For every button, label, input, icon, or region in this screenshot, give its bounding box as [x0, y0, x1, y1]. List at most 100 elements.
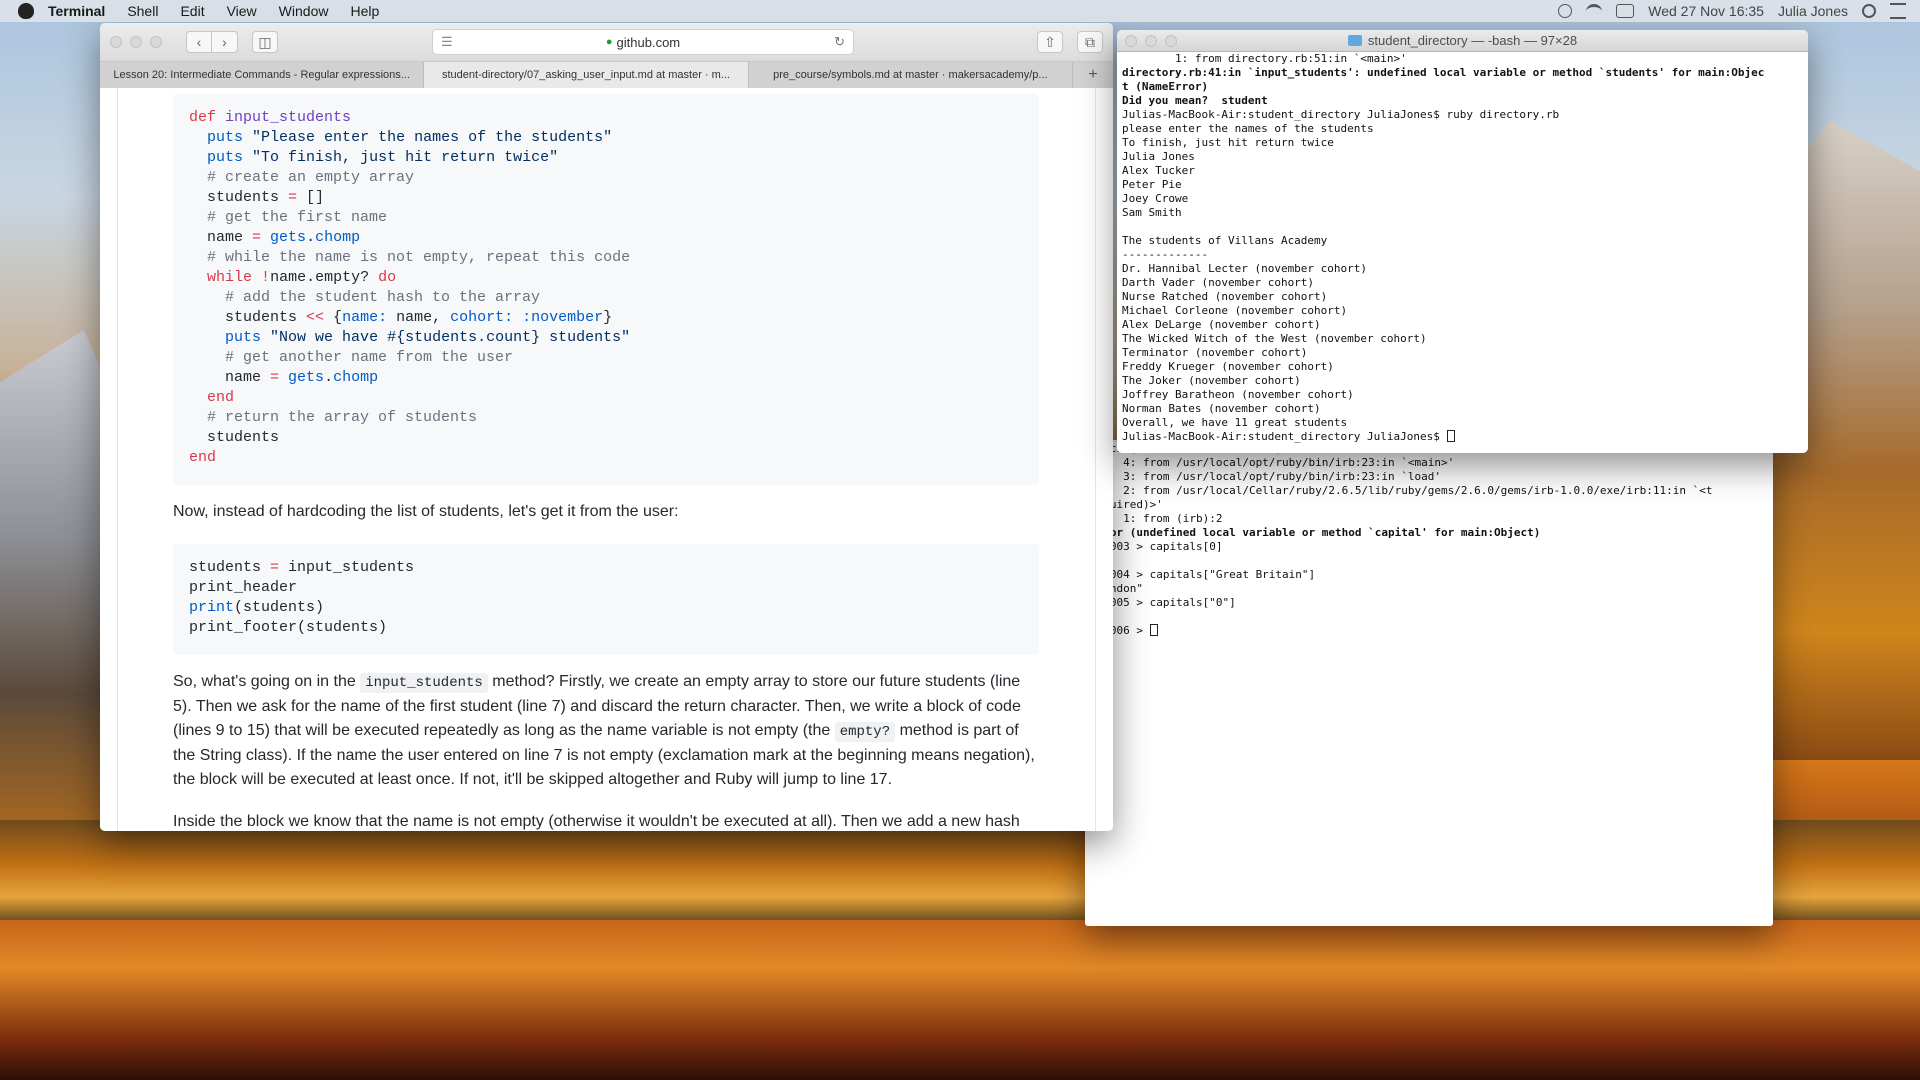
nav-buttons: ‹ › — [186, 31, 238, 53]
menu-terminal[interactable]: Terminal — [48, 3, 105, 19]
menu-help[interactable]: Help — [350, 3, 379, 19]
terminal-line: Julias-MacBook-Air:student_directory Jul… — [1122, 430, 1803, 444]
terminal-line: Freddy Krueger (november cohort) — [1122, 360, 1334, 373]
terminal-output[interactable]: 1: from directory.rb:51:in `<main>' direc… — [1117, 52, 1808, 444]
code-line: puts "To finish, just hit return twice" — [207, 149, 559, 166]
code-line: while !name.empty? do — [207, 269, 397, 286]
tabs-icon: ⧉ — [1085, 33, 1095, 50]
forward-button[interactable]: › — [212, 31, 238, 53]
menu-shell[interactable]: Shell — [127, 3, 158, 19]
terminal-window-controls — [1125, 34, 1177, 47]
code-line: # while the name is not empty, repeat th… — [189, 249, 631, 266]
terminal-title-text: student_directory — -bash — 97×28 — [1367, 33, 1578, 48]
terminal-title: student_directory — -bash — 97×28 — [1117, 33, 1808, 48]
chevron-right-icon: › — [222, 34, 227, 50]
content-border-left — [117, 88, 118, 831]
terminal-line: Julias-MacBook-Air:student_directory Jul… — [1122, 108, 1560, 121]
menu-window[interactable]: Window — [279, 3, 329, 19]
code-line: # add the student hash to the array — [189, 289, 541, 306]
share-button[interactable]: ⇧ — [1037, 31, 1063, 53]
sidebar-button[interactable]: ◫ — [252, 31, 278, 53]
terminal-minimize-button[interactable] — [1145, 34, 1157, 47]
inline-code-input-students: input_students — [360, 673, 488, 693]
terminal-line: Darth Vader (november cohort) — [1122, 276, 1315, 289]
terminal-line: The Joker (november cohort) — [1122, 374, 1301, 387]
terminal-line: ------------- — [1122, 248, 1209, 261]
code-block-input-students[interactable]: def input_students puts "Please enter th… — [173, 94, 1039, 485]
apple-icon[interactable] — [18, 3, 34, 19]
terminal-cursor — [1149, 624, 1158, 636]
terminal-zoom-button[interactable] — [1165, 34, 1177, 47]
menu-bar: Terminal Shell Edit View Window Help Wed… — [0, 0, 1920, 22]
page-content: def input_students puts "Please enter th… — [100, 88, 1113, 831]
terminal-line: directory.rb:41:in `input_students': und… — [1122, 66, 1765, 79]
code-line: end — [207, 389, 235, 406]
terminal-line: please enter the names of the students — [1122, 122, 1374, 135]
address-bar[interactable]: ☰ ● github.com ↻ — [432, 29, 854, 55]
zoom-button[interactable] — [150, 36, 162, 48]
notification-center-icon[interactable] — [1890, 3, 1906, 19]
sidebar-icon: ◫ — [258, 33, 272, 50]
terminal-line: Alex DeLarge (november cohort) — [1122, 318, 1321, 331]
terminal-window-irb: eback (most recent call last): 4: from /… — [1085, 440, 1773, 926]
tab-lesson-20[interactable]: Lesson 20: Intermediate Commands - Regul… — [100, 62, 425, 88]
close-button[interactable] — [110, 36, 122, 48]
battery-icon[interactable] — [1616, 4, 1635, 18]
code-line: print_footer(students) — [189, 619, 388, 636]
tab-symbols[interactable]: pre_course/symbols.md at master · makers… — [749, 62, 1073, 88]
terminal-line: 3 :003 > capitals[0] — [1090, 540, 1223, 553]
terminal-line: Norman Bates (november cohort) — [1122, 402, 1321, 415]
terminal-line: nil — [1090, 610, 1768, 624]
terminal-line: Joffrey Baratheon (november cohort) — [1122, 388, 1354, 401]
terminal-line: nil — [1090, 554, 1768, 568]
terminal-cursor — [1446, 430, 1455, 442]
terminal-line: Error (undefined local variable or metho… — [1090, 526, 1541, 539]
terminal-line: required)>' — [1090, 498, 1163, 511]
menu-view[interactable]: View — [227, 3, 257, 19]
user-name[interactable]: Julia Jones — [1778, 3, 1848, 19]
terminal-output[interactable]: eback (most recent call last): 4: from /… — [1085, 440, 1773, 638]
safari-toolbar: ‹ › ◫ ☰ ● github.com ↻ ⇧ ⧉ — [100, 23, 1113, 62]
terminal-line: Alex Tucker — [1122, 164, 1195, 177]
terminal-line: 3 :004 > capitals["Great Britain"] — [1090, 568, 1316, 581]
terminal-line: t (NameError) — [1122, 80, 1209, 93]
terminal-titlebar: student_directory — -bash — 97×28 — [1117, 30, 1808, 52]
window-controls — [110, 36, 162, 48]
code-line: print_header — [189, 579, 298, 596]
code-line: name = gets.chomp — [189, 229, 361, 246]
tabs-overview-button[interactable]: ⧉ — [1077, 31, 1103, 53]
code-line: students << {name: name, cohort: :novemb… — [189, 309, 613, 326]
terminal-line: 1: from (irb):2 — [1090, 512, 1223, 525]
tab-student-directory[interactable]: student-directory/07_asking_user_input.m… — [424, 62, 749, 88]
minimize-button[interactable] — [130, 36, 142, 48]
menu-edit[interactable]: Edit — [180, 3, 204, 19]
terminal-line: Joey Crowe — [1122, 192, 1189, 205]
reader-icon[interactable]: ☰ — [441, 34, 453, 50]
code-line: def input_students — [189, 109, 352, 126]
terminal-line: 3 :005 > capitals["0"] — [1090, 596, 1236, 609]
back-button[interactable]: ‹ — [186, 31, 212, 53]
lock-icon: ● — [605, 36, 613, 48]
new-tab-button[interactable]: + — [1073, 62, 1113, 88]
content-border-right — [1095, 88, 1096, 831]
reload-icon[interactable]: ↻ — [834, 34, 845, 50]
code-block-usage[interactable]: students = input_students print_header pri… — [173, 544, 1039, 655]
spotlight-search-icon[interactable] — [1862, 4, 1876, 18]
clock[interactable]: Wed 27 Nov 16:35 — [1648, 3, 1764, 19]
terminal-line: Dr. Hannibal Lecter (november cohort) — [1122, 262, 1368, 275]
terminal-line: 2: from /usr/local/Cellar/ruby/2.6.5/lib… — [1090, 484, 1713, 497]
wifi-icon[interactable] — [1586, 3, 1603, 19]
share-icon: ⇧ — [1044, 33, 1056, 50]
terminal-line: Michael Corleone (november cohort) — [1122, 304, 1348, 317]
plus-icon: + — [1088, 66, 1098, 83]
terminal-window-bash: student_directory — -bash — 97×28 1: fro… — [1117, 30, 1808, 453]
paragraph-intro: Now, instead of hardcoding the list of s… — [173, 503, 679, 520]
code-line: students — [189, 429, 280, 446]
bluetooth-icon[interactable] — [1558, 4, 1573, 18]
code-line: puts "Please enter the names of the stud… — [207, 129, 613, 146]
terminal-line: To finish, just hit return twice — [1122, 136, 1334, 149]
paragraph-explanation: So, what's going on in the input_student… — [173, 670, 1039, 792]
terminal-close-button[interactable] — [1125, 34, 1137, 47]
terminal-line: "London" — [1090, 582, 1143, 595]
